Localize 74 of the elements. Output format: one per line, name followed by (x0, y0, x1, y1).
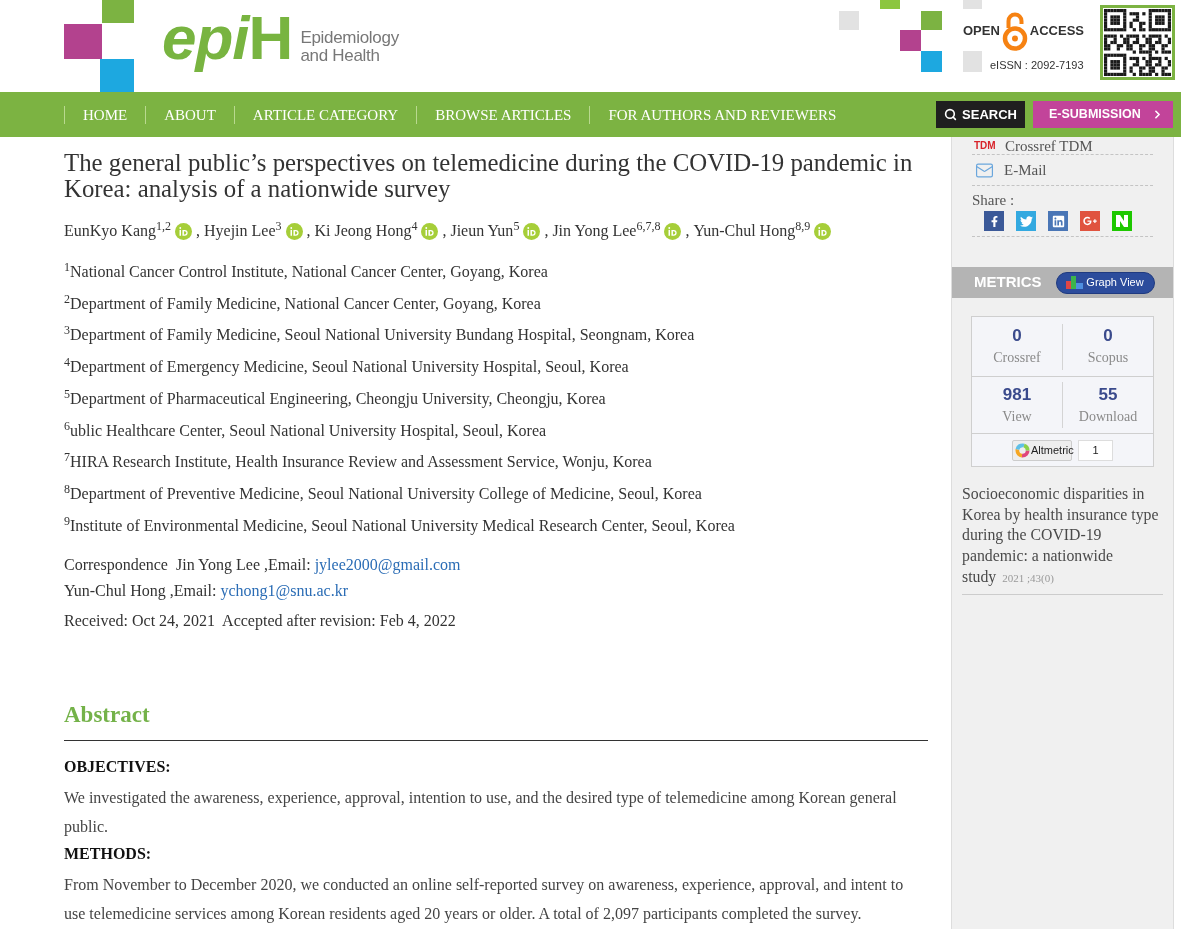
section-heading: METHODS: (64, 843, 153, 864)
affiliation-text: $^{6}$ublic Healthcare Center, Seoul National University Hospital, Seoul, Korea (64, 420, 547, 441)
search-button[interactable]: SEARCH (936, 101, 1025, 128)
separator-text: , (544, 221, 549, 241)
author-name: EunKyo Kang$^{1,2}$ (64, 219, 171, 242)
author-name: Ki Jeong Hong$^{4}$ (314, 219, 418, 242)
facebook-icon[interactable] (984, 211, 1004, 231)
author-name: Yun-Chul Hong$^{8,9}$ (693, 219, 811, 242)
author-name: Jieun Yun$^{5}$ (450, 219, 520, 241)
journal-name-text: Epidemiology and Health (300, 29, 399, 65)
affiliation-text: $^{9}$Institute of Environmental Medicine, Seoul National University Medical Research Center, Seoul, Korea (64, 515, 735, 536)
abstract-paragraph: We investigated the awareness, experience, approval, intention to use, and the desired type of telemedicine among Korean general public. (64, 787, 898, 838)
affiliation-text: $^{4}$Department of Emergency Medicine, Seoul National University Hospital, Seoul, Korea (64, 357, 629, 378)
n-logo-icon[interactable] (1112, 211, 1132, 231)
separator-text: , (685, 221, 690, 241)
contact-email-text: Jin Yong Lee ,Email: jylee2000@gmail.com (175, 554, 461, 576)
bar-chart-icon (1066, 276, 1084, 289)
google-plus-icon[interactable] (1080, 211, 1100, 231)
email-link[interactable]: jylee2000@gmail.com (314, 555, 461, 573)
affiliation-text: $^{1}$National Cancer Control Institute, National Cancer Center, Goyang, Korea (64, 261, 548, 282)
section-heading: OBJECTIVES: (64, 756, 172, 777)
email-share-link[interactable]: E-Mail (972, 155, 1153, 186)
correspondence-label: Correspondence (64, 554, 168, 576)
square-tile (963, 51, 982, 72)
open-access-label: OPEN (963, 22, 1000, 41)
linkedin-icon[interactable] (1048, 211, 1068, 231)
graph-view-button[interactable]: Graph View (1055, 271, 1155, 294)
related-article-link[interactable]: Socioeconomic disparities in Korea by health insurance type during the COVID-19 pandemic: a nationwide study 2021 ;43(0) (962, 484, 1163, 589)
separator-text: , (196, 221, 200, 241)
orcid-icon[interactable] (285, 222, 303, 240)
orcid-icon[interactable] (421, 222, 439, 240)
affiliation-text: $^{8}$Department of Preventive Medicine, Seoul National University College of Medicine, Seoul, Korea (64, 484, 702, 505)
crossref-tdm-link[interactable]: TDM Crossref TDM (972, 137, 1153, 155)
open-access-label: ACCESS (1029, 22, 1085, 41)
metrics-title: METRICS (974, 272, 1042, 293)
email-link[interactable]: ychong1@snu.ac.kr (220, 581, 349, 599)
metric-value[interactable]: 981 (1002, 384, 1032, 405)
contact-email-text: Yun-Chul Hong ,Email: ychong1@snu.ac.kr (64, 580, 349, 602)
orcid-icon[interactable] (664, 222, 682, 240)
article-title: The general public’s perspectives on telemedicine during the COVID-19 pandemic in Korea: analysis of a nationwide survey (64, 150, 914, 202)
affiliation-text: $^{2}$Department of Family Medicine, National Cancer Center, Goyang, Korea (64, 293, 541, 314)
separator-text: , (442, 221, 447, 241)
metric-value[interactable]: 0 (1103, 326, 1113, 346)
open-lock-icon (1001, 11, 1028, 51)
date-text: Received: Oct 24, 2021 (64, 610, 216, 631)
e-submission-button[interactable]: E-SUBMISSION (1033, 101, 1173, 128)
author-name: Hyejin Lee$^{3}$ (204, 219, 282, 242)
separator-text: , (306, 221, 311, 241)
eissn-text: eISSN : 2092-7193 (990, 58, 1084, 72)
metric-label: View (1002, 407, 1032, 426)
square-tile (963, 0, 982, 9)
altmetric-count: 1 (1078, 439, 1113, 461)
qr-code-icon (1100, 5, 1175, 80)
share-label: Share : (972, 191, 1016, 209)
affiliation-text: $^{5}$Department of Pharmaceutical Engineering, Cheongju University, Cheongju, Korea (64, 388, 606, 409)
metric-value[interactable]: 0 (1012, 326, 1022, 346)
abstract-paragraph: From November to December 2020, we conducted an online self-reported survey on awareness, experience, approval, and intent to use telemedicine services among Korean residents aged 20 years or older. A total of 2,097 participants completed the survey. (64, 874, 905, 925)
metric-value[interactable]: 55 (1098, 384, 1118, 405)
ring-icon (1015, 442, 1030, 458)
orcid-icon[interactable] (814, 222, 832, 240)
orcid-icon[interactable] (175, 222, 192, 240)
metric-label: Scopus (1087, 349, 1129, 367)
tdm-logo: TDM (974, 140, 996, 151)
date-text: Accepted after revision: Feb 4, 2022 (222, 610, 456, 632)
abstract-heading: Abstract (64, 700, 151, 729)
affiliation-text: $^{7}$HIRA Research Institute, Health Insurance Review and Assessment Service, Wonju, Korea (64, 452, 652, 473)
search-icon (944, 108, 958, 121)
bird-icon[interactable] (1016, 211, 1036, 231)
altmetric-badge[interactable]: Altmetric (1012, 439, 1072, 461)
orcid-icon[interactable] (523, 222, 541, 240)
metric-label: Download (1078, 407, 1138, 426)
affiliation-text: $^{3}$Department of Family Medicine, Seoul National University Bundang Hospital, Seongnam, Korea (64, 325, 695, 346)
metric-label: Crossref (993, 349, 1041, 367)
author-name: Jin Yong Lee$^{6,7,8}$ (552, 219, 661, 242)
